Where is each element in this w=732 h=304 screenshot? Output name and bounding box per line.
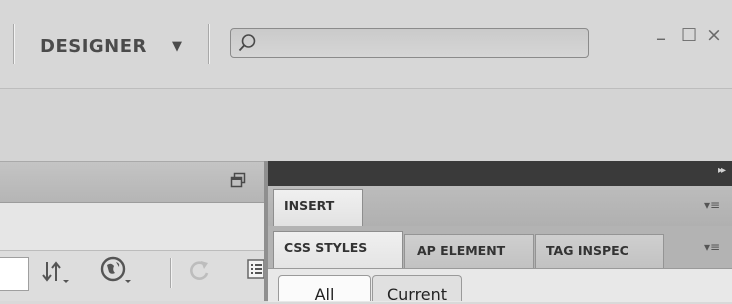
tab-ap-elements[interactable]: AP ELEMENT: [404, 234, 534, 268]
refresh-icon[interactable]: [187, 258, 211, 284]
restore-window-icon[interactable]: [230, 172, 246, 188]
workspace-switcher-label[interactable]: DESIGNER: [40, 36, 147, 57]
title-input[interactable]: [0, 257, 29, 291]
separator: [13, 24, 14, 64]
list-icon[interactable]: [247, 259, 265, 279]
collapse-panels-icon[interactable]: ▸▸: [718, 165, 726, 176]
panel-menu-icon[interactable]: ▾≡: [704, 240, 720, 254]
mode-all-button[interactable]: All: [278, 275, 371, 304]
document-area: [0, 203, 264, 251]
separator: [208, 24, 209, 64]
chevron-down-icon[interactable]: ▼: [172, 39, 182, 54]
search-input[interactable]: [230, 28, 589, 58]
tab-insert[interactable]: INSERT: [273, 189, 363, 226]
minimize-button[interactable]: –: [656, 26, 666, 50]
panel-dock-header[interactable]: [268, 161, 732, 186]
maximize-button[interactable]: □: [681, 24, 697, 44]
panel-menu-icon[interactable]: ▾≡: [704, 198, 720, 212]
sort-arrows-icon[interactable]: [40, 259, 70, 285]
tab-tag-inspector[interactable]: TAG INSPEC: [535, 234, 664, 268]
separator: [170, 258, 171, 288]
tab-css-styles[interactable]: CSS STYLES: [273, 231, 403, 268]
globe-icon[interactable]: [100, 256, 134, 284]
toolbar-band: [0, 89, 732, 161]
close-button[interactable]: ×: [706, 24, 722, 46]
document-window-header: [0, 161, 264, 203]
search-icon: [238, 34, 256, 52]
mode-current-button[interactable]: Current: [372, 275, 462, 304]
